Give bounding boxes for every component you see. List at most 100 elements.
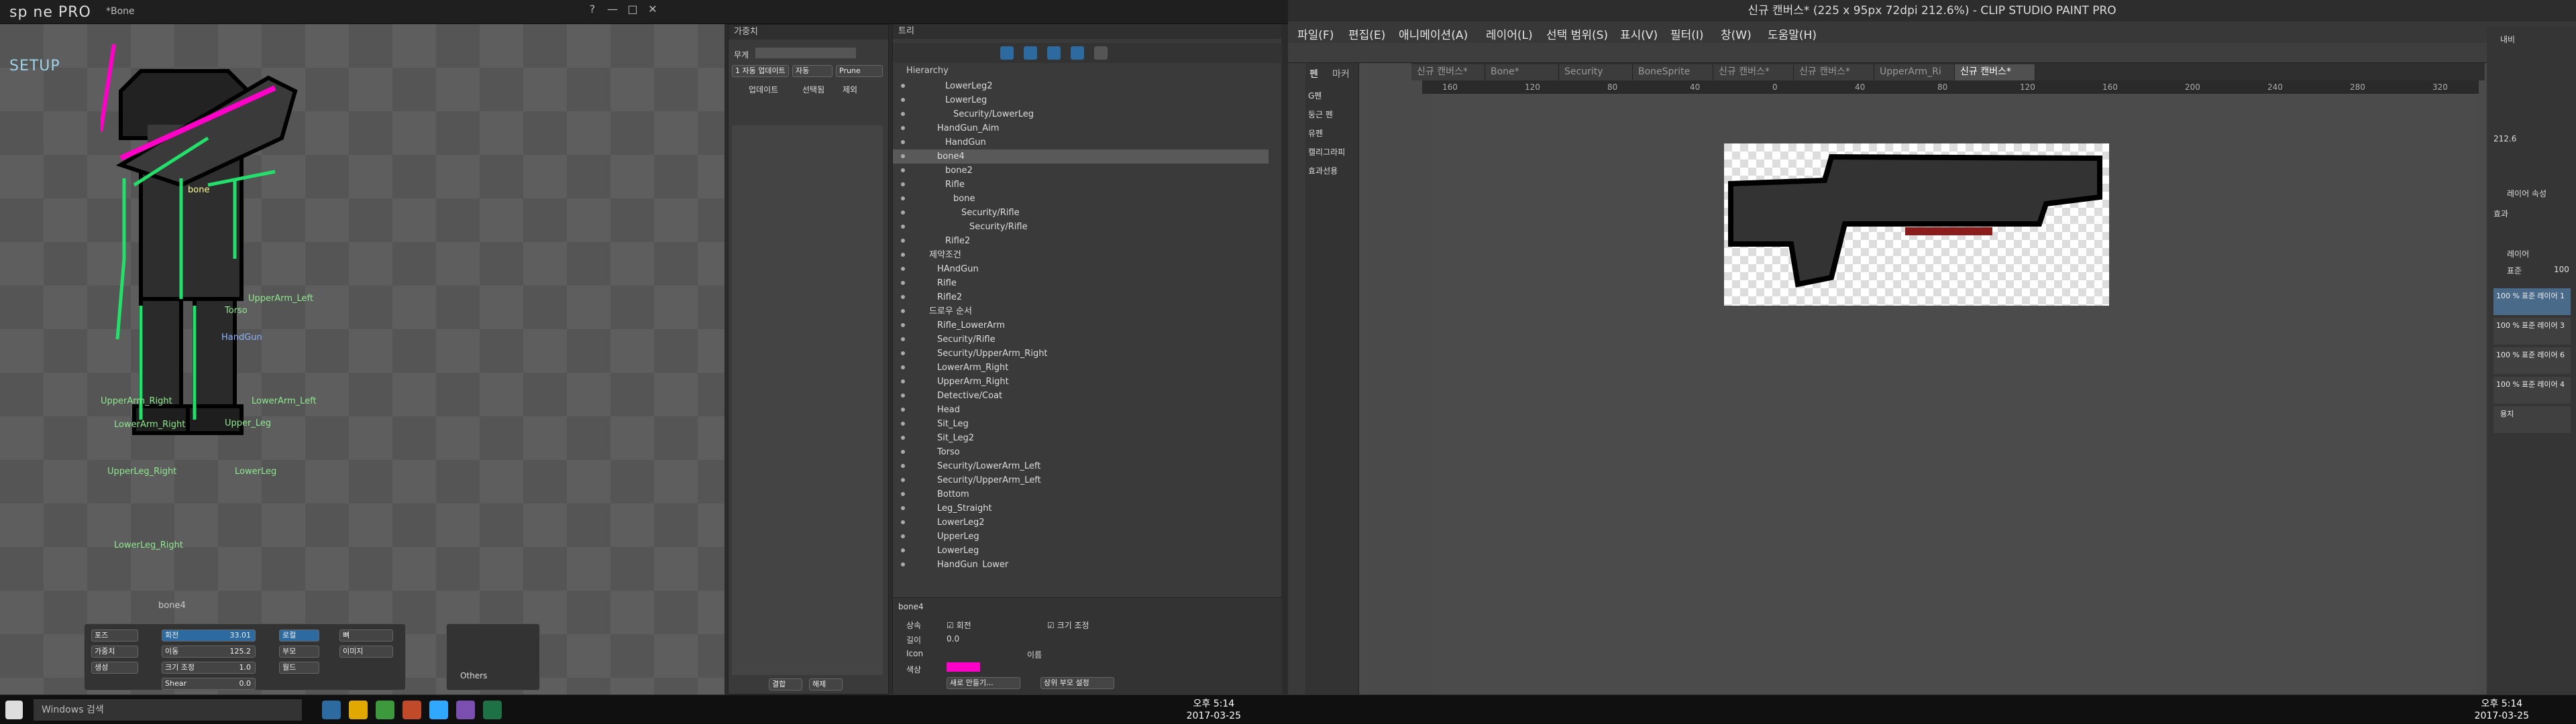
tree-row[interactable]: bone4 — [893, 149, 1269, 164]
windows-search-box[interactable]: Windows 검색 — [34, 699, 302, 721]
color-swatch[interactable] — [947, 662, 980, 672]
images-toggle[interactable]: 이미지 — [339, 646, 393, 658]
visibility-icon[interactable] — [901, 281, 905, 285]
file-tab[interactable]: *Bone — [106, 6, 135, 17]
weight-slider[interactable] — [755, 48, 856, 58]
photoshop-icon[interactable] — [429, 701, 448, 719]
menu-layer[interactable]: 레이어(L) — [1486, 25, 1533, 42]
pen-tab[interactable]: 펜 — [1309, 67, 1318, 80]
tree-row[interactable]: bone — [893, 192, 1269, 206]
visibility-icon[interactable] — [901, 351, 905, 355]
tree-row[interactable]: Security/Rifle — [893, 206, 1269, 220]
tree-row[interactable]: 드로우 순서 — [893, 304, 1269, 318]
menu-window[interactable]: 창(W) — [1721, 25, 1752, 42]
visibility-icon[interactable] — [901, 126, 905, 130]
canvas[interactable] — [1724, 143, 2109, 306]
powerpoint-icon[interactable] — [402, 701, 421, 719]
inherit-scale-checkbox[interactable]: ☑ 크기 조정 — [1047, 619, 1089, 631]
tree-row[interactable]: Rifle — [893, 178, 1269, 192]
tree-row[interactable]: Leg_Straight — [893, 501, 1269, 516]
scale-value[interactable]: 1.0 — [239, 662, 256, 673]
visibility-icon[interactable] — [901, 154, 905, 158]
tree-row[interactable]: LowerArm_Right — [893, 361, 1269, 375]
tab[interactable]: Bone* — [1485, 64, 1559, 80]
folder-icon[interactable] — [349, 701, 368, 719]
bone-label[interactable]: LowerLeg_Right — [114, 540, 183, 550]
tree-row[interactable]: HandGun_Aim — [893, 121, 1269, 135]
visibility-icon[interactable] — [901, 225, 905, 229]
tree-tool-icon[interactable] — [1071, 46, 1084, 60]
bone-label[interactable]: LowerLeg — [235, 467, 276, 477]
tree-row[interactable]: Head — [893, 403, 1269, 417]
tree-row[interactable]: Bottom — [893, 487, 1269, 501]
tree-row[interactable]: Rifle2 — [893, 290, 1269, 304]
tree-row[interactable]: Torso — [893, 445, 1269, 459]
spine-viewport[interactable]: SETUP Torso UpperArm_Left UpperArm_Right… — [0, 24, 724, 695]
tree-row[interactable]: 제약조건 — [893, 248, 1269, 262]
translate-tool-button[interactable]: 이동 125.2 — [162, 646, 256, 658]
visibility-icon[interactable] — [901, 140, 905, 144]
visibility-icon[interactable] — [901, 98, 905, 102]
canvas-area[interactable] — [1433, 94, 2479, 695]
visibility-icon[interactable] — [901, 394, 905, 398]
bone-label[interactable]: LowerArm_Left — [252, 396, 317, 406]
bone-label[interactable]: HandGun — [221, 333, 262, 343]
excel-icon[interactable] — [483, 701, 502, 719]
bone-label[interactable]: bone4 — [158, 601, 186, 611]
windows-start-icon[interactable] — [5, 701, 23, 719]
weights-list[interactable] — [732, 125, 883, 675]
tree-row[interactable]: Rifle_LowerArm — [893, 318, 1269, 333]
layer-row[interactable]: 100 % 표준 레이어 4 — [2493, 377, 2571, 404]
rotate-value[interactable]: 33.01 — [230, 630, 256, 641]
visibility-icon[interactable] — [901, 436, 905, 440]
visibility-icon[interactable] — [901, 253, 905, 257]
bone-label[interactable]: UpperArm_Left — [248, 294, 313, 304]
tree-row[interactable]: UpperLeg — [893, 530, 1269, 544]
visibility-icon[interactable] — [901, 492, 905, 496]
layer-row[interactable]: 용지 — [2493, 406, 2571, 433]
brush-item[interactable]: 효과선용 — [1308, 165, 1338, 176]
chrome-icon[interactable] — [376, 701, 394, 719]
tree-row[interactable]: LowerLeg2 — [893, 79, 1269, 93]
close-icon[interactable]: ✕ — [644, 3, 661, 19]
local-axis-button[interactable]: 로컬 — [279, 629, 319, 642]
bone-label[interactable]: UpperLeg_Right — [107, 467, 176, 477]
menu-select[interactable]: 선택 범위(S) — [1546, 25, 1608, 42]
bone-label[interactable]: bone — [188, 185, 209, 195]
visibility-icon[interactable] — [901, 196, 905, 200]
brush-item[interactable]: 유펜 — [1308, 127, 1323, 139]
visibility-icon[interactable] — [901, 478, 905, 482]
tree-row[interactable]: HandGun_Lower — [893, 558, 1269, 568]
visibility-icon[interactable] — [901, 506, 905, 510]
tree-row[interactable]: bone2 — [893, 164, 1269, 178]
tree-row[interactable]: Security/Rifle — [893, 220, 1269, 234]
tree-row[interactable]: Sit_Leg — [893, 417, 1269, 431]
minimize-icon[interactable]: — — [604, 3, 621, 19]
layer-row[interactable]: 100 % 표준 레이어 6 — [2493, 347, 2571, 374]
visibility-icon[interactable] — [901, 562, 905, 566]
auto-button[interactable]: 자동 — [792, 65, 833, 77]
visibility-icon[interactable] — [901, 548, 905, 552]
edge-icon[interactable] — [322, 701, 341, 719]
tree-tool-icon[interactable] — [1094, 46, 1108, 60]
tab[interactable]: 신규 캔버스* — [1955, 64, 2035, 80]
tree-row[interactable]: Rifle — [893, 276, 1269, 290]
bone-label[interactable]: Upper_Leg — [225, 418, 271, 428]
tree-row[interactable]: Detective/Coat — [893, 389, 1269, 403]
rotate-tool-button[interactable]: 회전 33.01 — [162, 629, 256, 642]
tab[interactable]: 신규 캔버스* — [1794, 64, 1874, 80]
visibility-icon[interactable] — [901, 422, 905, 426]
bones-toggle[interactable]: 뼈 — [339, 629, 393, 642]
visibility-icon[interactable] — [901, 464, 905, 468]
blend-mode[interactable]: 표준 — [2507, 265, 2522, 276]
help-icon[interactable]: ? — [584, 3, 601, 19]
menu-file[interactable]: 파일(F) — [1297, 25, 1334, 42]
brush-item[interactable]: 둥근 펜 — [1308, 109, 1333, 120]
pose-tool-button[interactable]: 포즈 — [91, 629, 138, 642]
tree-row[interactable]: HAndGun — [893, 262, 1269, 276]
tab[interactable]: 신규 캔버스* — [1713, 64, 1794, 80]
brush-item[interactable]: 캘리그라피 — [1308, 146, 1345, 158]
visibility-icon[interactable] — [901, 210, 905, 215]
tree-tool-icon[interactable] — [1000, 46, 1014, 60]
visibility-icon[interactable] — [901, 450, 905, 454]
